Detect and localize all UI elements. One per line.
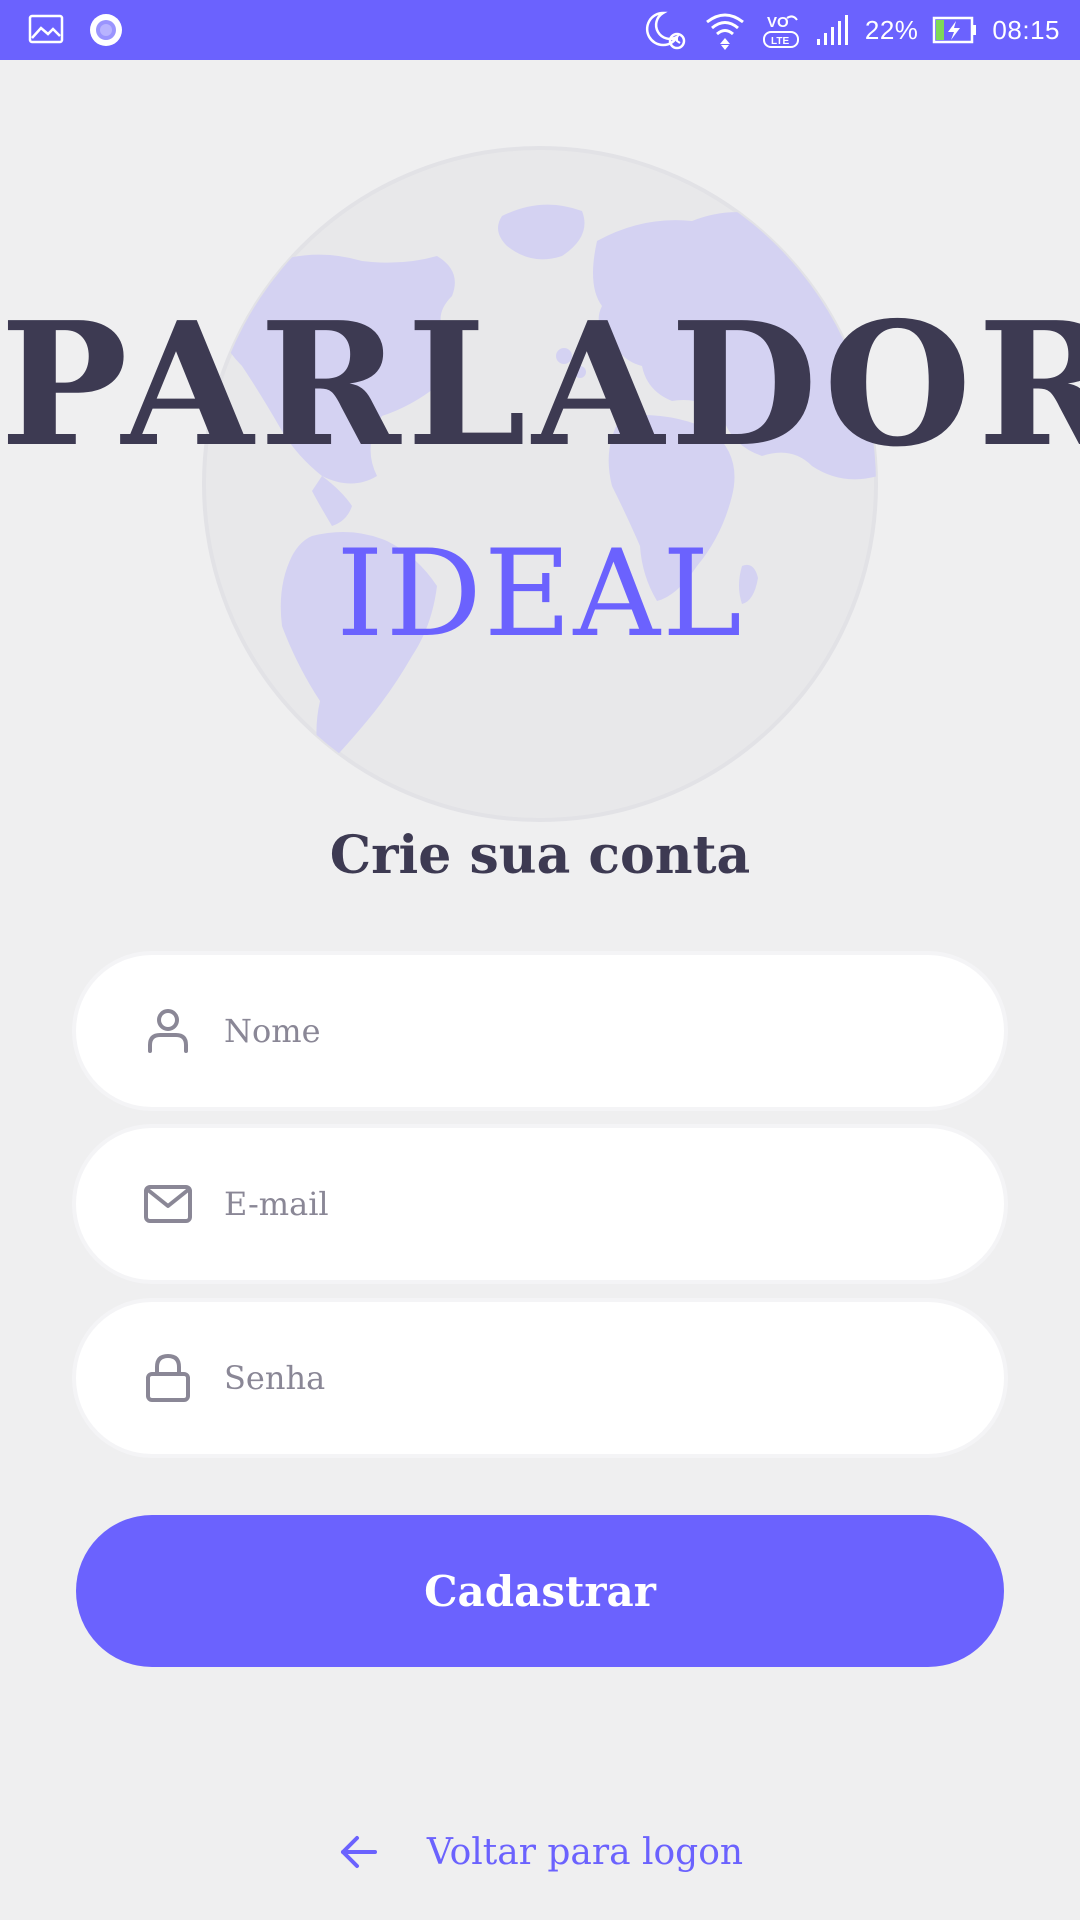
password-field[interactable]: Senha xyxy=(76,1302,1004,1454)
password-placeholder: Senha xyxy=(224,1359,326,1397)
register-button[interactable]: Cadastrar xyxy=(76,1515,1004,1667)
email-placeholder: E-mail xyxy=(224,1185,329,1223)
back-to-logon-link[interactable]: Voltar para logon xyxy=(0,1822,1080,1882)
email-field[interactable]: E-mail xyxy=(76,1128,1004,1280)
user-icon xyxy=(148,1009,188,1053)
gallery-notification-icon xyxy=(28,14,64,51)
lock-icon xyxy=(146,1353,190,1402)
signup-screen: VO LTE 22% 08:15 PARLADOR IDEAL Crie sua… xyxy=(0,0,1080,1920)
svg-text:LTE: LTE xyxy=(771,36,789,47)
wifi-icon xyxy=(703,10,747,50)
signal-icon xyxy=(815,13,851,47)
mail-icon xyxy=(144,1185,192,1223)
app-notification-icon xyxy=(88,12,124,55)
back-to-logon-label: Voltar para logon xyxy=(426,1831,744,1873)
brand-subtitle: IDEAL xyxy=(336,525,744,664)
status-icons: VO LTE 22% 08:15 xyxy=(645,0,1060,60)
battery-percent: 22% xyxy=(864,14,919,45)
page-title: Crie sua conta xyxy=(329,825,751,886)
svg-text:VO: VO xyxy=(767,14,789,31)
brand-title: PARLADOR xyxy=(0,285,1080,485)
volte-icon: VO LTE xyxy=(761,10,801,50)
status-bar: VO LTE 22% 08:15 xyxy=(0,0,1080,60)
name-field[interactable]: Nome xyxy=(76,955,1004,1107)
arrow-left-icon xyxy=(340,1836,377,1868)
battery-charging-icon xyxy=(932,15,978,45)
night-mode-alarm-icon xyxy=(645,9,689,51)
name-placeholder: Nome xyxy=(224,1012,321,1050)
clock: 08:15 xyxy=(992,14,1060,45)
